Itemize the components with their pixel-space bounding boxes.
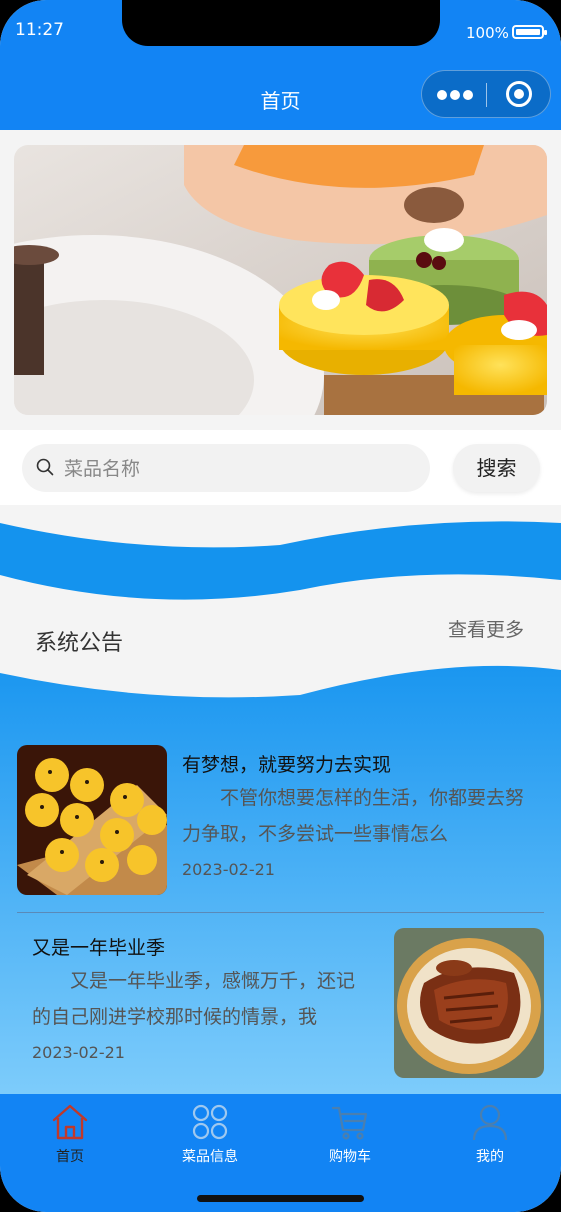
search-input[interactable]	[62, 444, 406, 494]
tab-label: 我的	[476, 1149, 504, 1165]
status-time: 11:27	[15, 20, 64, 40]
tab-label: 首页	[56, 1149, 84, 1165]
article-thumbnail	[17, 745, 167, 895]
more-icon[interactable]	[437, 90, 473, 100]
capsule-divider	[486, 83, 487, 107]
tab-profile[interactable]: 我的	[420, 1094, 560, 1184]
home-icon	[52, 1104, 88, 1140]
user-icon	[472, 1104, 508, 1141]
search-button[interactable]: 搜索	[453, 444, 540, 492]
article-card-2[interactable]: 又是一年毕业季 又是一年毕业季，感慨万千，还记的自己刚进学校那时候的情景，我 2…	[0, 925, 561, 1085]
pastry-image	[17, 745, 167, 895]
cart-icon	[331, 1106, 368, 1140]
search-bar: 搜索	[0, 430, 561, 505]
article-date: 2023-02-21	[182, 860, 275, 879]
article-thumbnail	[394, 928, 544, 1078]
battery-icon	[512, 25, 547, 39]
article-title: 有梦想，就要努力去实现	[182, 754, 392, 776]
notch	[122, 0, 440, 46]
mini-program-capsule	[421, 70, 551, 118]
article-divider	[17, 912, 544, 913]
article-summary: 不管你想要怎样的生活，你都要去努力争取，不多尝试一些事情怎么	[182, 787, 525, 845]
phone-screen: 11:27 100% 首页 菜品名称 搜索 系统公告 查看更多 有梦想，就要努力…	[0, 0, 561, 1212]
tab-label: 购物车	[329, 1149, 371, 1165]
banner-carousel[interactable]	[14, 145, 547, 415]
article-summary: 又是一年毕业季，感慨万千，还记的自己刚进学校那时候的情景，我	[32, 970, 356, 1028]
tab-label: 菜品信息	[182, 1149, 238, 1165]
close-miniprogram-icon[interactable]	[506, 81, 532, 107]
tab-dishes[interactable]: 菜品信息	[140, 1094, 280, 1184]
grid-icon	[192, 1104, 228, 1140]
search-field[interactable]	[22, 444, 430, 494]
search-icon	[36, 458, 54, 476]
article-title: 又是一年毕业季	[32, 937, 166, 959]
tab-home[interactable]: 首页	[0, 1094, 140, 1184]
home-indicator	[197, 1195, 364, 1202]
tab-cart[interactable]: 购物车	[280, 1094, 420, 1184]
notice-section-title: 系统公告	[35, 631, 124, 656]
article-card-1[interactable]: 有梦想，就要努力去实现 不管你想要怎样的生活，你都要去努力争取，不多尝试一些事情…	[0, 740, 561, 900]
roast-duck-image	[394, 928, 544, 1078]
top-bar: 11:27 100% 首页	[0, 0, 561, 130]
view-more-link[interactable]: 查看更多	[448, 615, 524, 642]
dessert-banner-image	[14, 145, 547, 415]
battery-percent: 100%	[466, 24, 509, 42]
article-date: 2023-02-21	[32, 1043, 125, 1062]
